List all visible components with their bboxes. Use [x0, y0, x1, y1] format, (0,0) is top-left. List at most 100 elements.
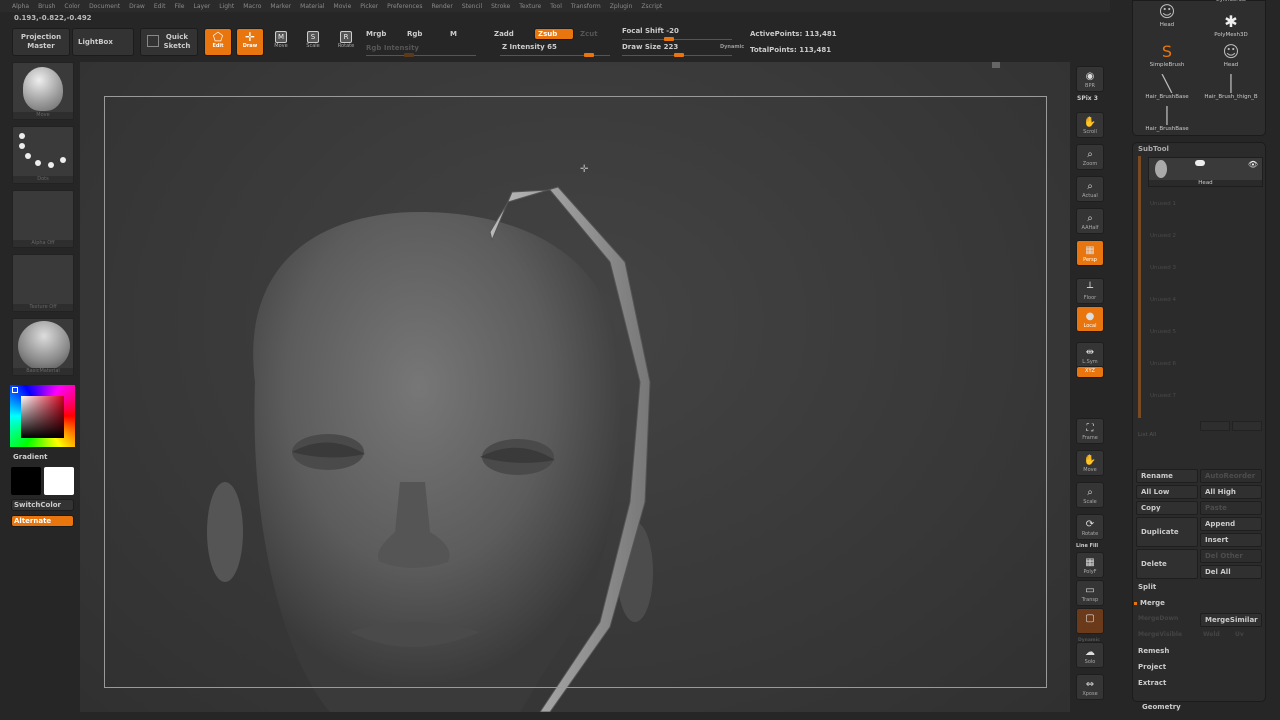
lightbox-button[interactable]: LightBox [72, 28, 134, 56]
delete-button[interactable]: Delete [1136, 549, 1198, 579]
draw-size-slider[interactable]: Draw Size 223 [622, 43, 678, 51]
menu-preferences[interactable]: Preferences [387, 3, 422, 10]
secondary-color-swatch[interactable] [44, 467, 74, 495]
subtool-scrollbar[interactable] [1138, 156, 1141, 418]
move-up-button[interactable] [1200, 421, 1230, 431]
project-section[interactable]: Project [1138, 663, 1166, 671]
quick-sketch-button[interactable]: Quick Sketch [140, 28, 198, 56]
subtool-slot-empty[interactable]: Unused 1 [1150, 201, 1176, 207]
del-all-button[interactable]: Del All [1200, 565, 1262, 579]
z-intensity-slider[interactable]: Z Intensity 65 [502, 43, 557, 51]
append-button[interactable]: Append [1200, 517, 1262, 531]
copy-button[interactable]: Copy [1136, 501, 1198, 515]
split-section[interactable]: Split [1138, 583, 1156, 591]
shelf-solo-button[interactable]: ☁ Solo [1076, 642, 1104, 668]
rgb-intensity-slider[interactable]: Rgb Intensity [366, 44, 419, 52]
gradient-toggle[interactable]: Gradient [13, 453, 47, 461]
shelf-transp-button[interactable]: ▭ Transp [1076, 580, 1104, 606]
rename-button[interactable]: Rename [1136, 469, 1198, 483]
duplicate-button[interactable]: Duplicate [1136, 517, 1198, 547]
texture-selector[interactable]: Texture Off [12, 254, 74, 312]
uv-toggle[interactable]: Uv [1235, 631, 1244, 638]
canvas-scrollbar[interactable] [992, 62, 1000, 68]
rotate-button[interactable]: R Rotate [335, 28, 357, 56]
shelf-aahalf-button[interactable]: ⌕ AAHalf [1076, 208, 1104, 234]
projection-master-button[interactable]: Projection Master [12, 28, 70, 56]
shelf-move-button[interactable]: ✋ Move [1076, 450, 1104, 476]
list-all-button[interactable]: List All [1138, 432, 1156, 438]
rgb-button[interactable]: Rgb [407, 30, 422, 38]
draw-button[interactable]: ✛ Draw [236, 28, 264, 56]
menu-edit[interactable]: Edit [154, 3, 166, 10]
subtool-slot-empty[interactable]: Unused 3 [1150, 265, 1176, 271]
shelf-bpr-button[interactable]: ◉ BPR [1076, 66, 1104, 92]
menu-stroke[interactable]: Stroke [491, 3, 510, 10]
switch-color-button[interactable]: SwitchColor [11, 499, 74, 511]
menu-light[interactable]: Light [219, 3, 234, 10]
subtool-slot-empty[interactable]: Unused 5 [1150, 329, 1176, 335]
shelf-ghost-button[interactable]: ▢ Ghost [1076, 608, 1104, 634]
del-other-button[interactable]: Del Other [1200, 549, 1262, 563]
main-color-swatch[interactable] [11, 467, 41, 495]
scale-button[interactable]: S Scale [302, 28, 324, 56]
shelf-scale-button[interactable]: ⌕ Scale [1076, 482, 1104, 508]
menu-stencil[interactable]: Stencil [462, 3, 482, 10]
spix-slider[interactable]: SPix 3 [1077, 95, 1098, 102]
menu-macro[interactable]: Macro [243, 3, 261, 10]
menu-zscript[interactable]: Zscript [641, 3, 662, 10]
menu-zplugin[interactable]: Zplugin [610, 3, 633, 10]
all-high-button[interactable]: All High [1200, 485, 1262, 499]
dynamic-toggle[interactable]: Dynamic [720, 44, 744, 50]
extract-section[interactable]: Extract [1138, 679, 1166, 687]
move-button[interactable]: M Move [270, 28, 292, 56]
material-selector[interactable]: BasicMaterial [12, 318, 74, 376]
menu-alpha[interactable]: Alpha [12, 3, 29, 10]
tool-hair-brushbase[interactable]: │ Hair_BrushBase [1136, 104, 1198, 133]
geometry-section[interactable]: Geometry [1142, 703, 1181, 711]
edit-button[interactable]: ⬠ Edit [204, 28, 232, 56]
stroke-selector[interactable]: Dots [12, 126, 74, 184]
shelf-floor-button[interactable]: ┴ Floor [1076, 278, 1104, 304]
subtool-slot-empty[interactable]: Unused 2 [1150, 233, 1176, 239]
insert-button[interactable]: Insert [1200, 533, 1262, 547]
subtool-slot-empty[interactable]: Unused 6 [1150, 361, 1176, 367]
menu-transform[interactable]: Transform [571, 3, 601, 10]
menu-brush[interactable]: Brush [38, 3, 55, 10]
shelf-actual-button[interactable]: ⌕ Actual [1076, 176, 1104, 202]
menu-texture[interactable]: Texture [519, 3, 541, 10]
menu-document[interactable]: Document [89, 3, 120, 10]
tool-cylinder3d[interactable]: Cylinder3D [1200, 0, 1262, 3]
menu-file[interactable]: File [174, 3, 184, 10]
menu-marker[interactable]: Marker [270, 3, 291, 10]
subtool-title[interactable]: SubTool [1138, 145, 1169, 153]
menu-picker[interactable]: Picker [360, 3, 378, 10]
move-down-button[interactable] [1232, 421, 1262, 431]
shelf-xpose-button[interactable]: ⇔ Xpose [1076, 674, 1104, 700]
shelf-persp-button[interactable]: ▦ Persp [1076, 240, 1104, 266]
zsub-button[interactable]: Zsub [534, 28, 574, 40]
remesh-section[interactable]: Remesh [1138, 647, 1169, 655]
color-picker[interactable] [10, 385, 75, 447]
shelf-polyf-button[interactable]: ▦ PolyF [1076, 552, 1104, 578]
merge-down-button[interactable]: MergeDown [1138, 615, 1178, 622]
tool-head[interactable]: ☺ Head [1200, 40, 1262, 69]
subtool-slot-empty[interactable]: Unused 4 [1150, 297, 1176, 303]
m-button[interactable]: M [450, 30, 457, 38]
merge-visible-button[interactable]: MergeVisible [1138, 631, 1182, 638]
focal-shift-slider[interactable]: Focal Shift -20 [622, 27, 679, 35]
paste-button[interactable]: Paste [1200, 501, 1262, 515]
zcut-button[interactable]: Zcut [580, 30, 598, 38]
shelf-local-button[interactable]: ● Local [1076, 306, 1104, 332]
menu-render[interactable]: Render [431, 3, 452, 10]
shelf-rotate-button[interactable]: ⟳ Rotate [1076, 514, 1104, 540]
alternate-button[interactable]: Alternate [11, 515, 74, 527]
polypaint-toggle-icon[interactable] [1195, 160, 1205, 166]
menu-layer[interactable]: Layer [194, 3, 211, 10]
menu-color[interactable]: Color [64, 3, 80, 10]
tool-simplebrush[interactable]: S SimpleBrush [1136, 40, 1198, 69]
subtool-slot-empty[interactable]: Unused 7 [1150, 393, 1176, 399]
merge-section[interactable]: Merge [1140, 599, 1165, 607]
menu-movie[interactable]: Movie [334, 3, 352, 10]
tool-polymesh3d[interactable]: ✱ PolyMesh3D [1200, 10, 1262, 39]
subtool-item-head[interactable]: 👁 Head [1148, 157, 1263, 187]
